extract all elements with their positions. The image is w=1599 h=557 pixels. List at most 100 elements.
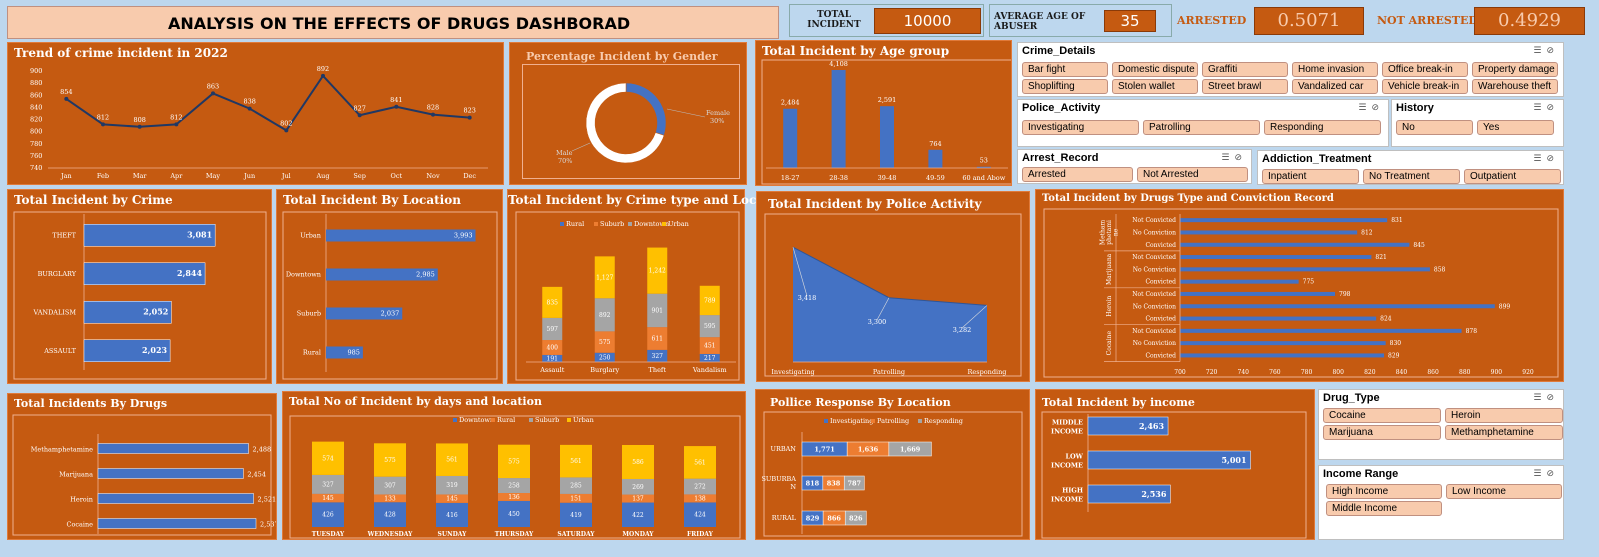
- slicer-item-domestic-dispute[interactable]: Domestic dispute: [1112, 62, 1198, 77]
- age-bar: [928, 149, 943, 168]
- slicer-item-yes[interactable]: Yes: [1477, 120, 1554, 135]
- slicer-arrest-record-icons[interactable]: ☰⊘: [1221, 153, 1247, 163]
- conviction-bar: [1180, 291, 1336, 296]
- conviction-row-label: No Conviction: [1133, 340, 1176, 347]
- slicer-item-graffiti[interactable]: Graffiti: [1202, 62, 1288, 77]
- trend-point: [394, 104, 399, 109]
- slicer-item-marijuana[interactable]: Marijuana: [1323, 425, 1441, 440]
- slicer-item-responding[interactable]: Responding: [1264, 120, 1381, 135]
- legend-label: Downtown: [459, 416, 494, 424]
- legend-swatch: [871, 419, 875, 423]
- conviction-row-label: No Conviction: [1133, 229, 1176, 236]
- slicer-item-heroin[interactable]: Heroin: [1445, 408, 1563, 423]
- drugs-bar: [97, 468, 244, 479]
- legend-label: Female: [706, 109, 730, 117]
- legend-label: Male: [556, 149, 573, 157]
- legend-label: Rural: [566, 220, 584, 228]
- x-tick-label: Dec: [463, 172, 476, 180]
- kpi-total-incident-label: TOTAL INCIDENT: [807, 10, 861, 30]
- segment-data-label: 595: [704, 323, 716, 330]
- slicer-item-middle-income[interactable]: Middle Income: [1326, 501, 1442, 516]
- trend-point: [467, 115, 472, 120]
- slicer-item-outpatient[interactable]: Outpatient: [1464, 169, 1561, 184]
- x-tick-label: Oct: [391, 172, 403, 180]
- slicer-item-property-damage[interactable]: Property damage: [1472, 62, 1558, 77]
- legend-swatch: [918, 419, 922, 423]
- slicer-item-high-income[interactable]: High Income: [1326, 484, 1442, 499]
- slicer-item-no[interactable]: No: [1396, 120, 1473, 135]
- slicer-item-no-treatment[interactable]: No Treatment: [1363, 169, 1460, 184]
- slicer-item-investigating[interactable]: Investigating: [1022, 120, 1139, 135]
- y-tick-label: 840: [30, 103, 42, 111]
- segment-data-label: 424: [694, 512, 706, 519]
- slicer-item-methamphetamine[interactable]: Methamphetamine: [1445, 425, 1563, 440]
- slicer-police-activity-icons[interactable]: ☰⊘: [1358, 103, 1384, 113]
- trend-point: [431, 112, 435, 117]
- response-category-label: RURAL: [772, 514, 797, 522]
- x-tick-label: MONDAY: [622, 531, 654, 538]
- slicer-item-not-arrested[interactable]: Not Arrested: [1137, 167, 1248, 182]
- drugs-data-label: 2,488: [253, 446, 272, 454]
- x-tick-label: Feb: [97, 172, 109, 180]
- slicer-item-vandalized-car[interactable]: Vandalized car: [1292, 79, 1378, 94]
- income-category-label: INCOME: [1051, 462, 1083, 470]
- x-tick-label: Theft: [649, 366, 667, 374]
- legend-swatch: [453, 418, 457, 422]
- income-data-label: 2,463: [1139, 421, 1164, 431]
- segment-data-label: 191: [547, 355, 558, 362]
- data-label: 30%: [710, 117, 724, 125]
- segment-data-label: 1,771: [814, 446, 834, 454]
- slicer-item-low-income[interactable]: Low Income: [1446, 484, 1562, 499]
- slicer-crime-details-icons[interactable]: ☰⊘: [1533, 46, 1559, 56]
- x-tick-label: 780: [1301, 369, 1313, 376]
- slicer-history-title: History: [1396, 102, 1434, 114]
- slicer-item-stolen-wallet[interactable]: Stolen wallet: [1112, 79, 1198, 94]
- x-tick-label: Assault: [539, 366, 565, 374]
- panel-crime-location: Total Incident by Crime type and Locatio…: [507, 189, 791, 384]
- y-tick-label: 900: [30, 67, 42, 75]
- drugs-category-label: Methamphetamine: [31, 446, 93, 454]
- slicer-income-range-icons[interactable]: ☰⊘: [1533, 469, 1559, 479]
- income-chart: 2,463MIDDLEINCOME5,001LOWINCOME2,536HIGH…: [1041, 411, 1307, 539]
- slicer-item-cocaine[interactable]: Cocaine: [1323, 408, 1441, 423]
- legend-label: Responding: [924, 417, 963, 425]
- crime-category-label: THEFT: [52, 231, 76, 239]
- slicer-item-warehouse-theft[interactable]: Warehouse theft: [1472, 79, 1558, 94]
- age-bar: [880, 106, 894, 168]
- segment-data-label: 789: [704, 297, 716, 304]
- location-category-label: Downtown: [286, 271, 321, 279]
- slicer-item-inpatient[interactable]: Inpatient: [1262, 169, 1359, 184]
- trend-line: [65, 74, 470, 132]
- conviction-group-label: Cocaine: [1106, 330, 1113, 355]
- segment-data-label: 575: [508, 458, 520, 465]
- slicer-history-icons[interactable]: ☰⊘: [1533, 103, 1559, 113]
- slicer-item-street-brawl[interactable]: Street brawl: [1202, 79, 1288, 94]
- slicer-drug-type-icons[interactable]: ☰⊘: [1533, 393, 1559, 403]
- age-data-label: 2,591: [878, 96, 897, 104]
- trend-chart: 740 760 780 800 820 840 860 880 900 854 Jan 812 Feb 8…: [30, 65, 488, 180]
- segment-data-label: 1,127: [596, 274, 613, 281]
- x-tick-label: 720: [1206, 369, 1218, 376]
- x-tick-label: FRIDAY: [687, 531, 714, 538]
- slicer-item-vehicle-break-in[interactable]: Vehicle break-in: [1382, 79, 1468, 94]
- slicer-item-office-break-in[interactable]: Office break-in: [1382, 62, 1468, 77]
- drugs-bar: [97, 443, 249, 454]
- trend-point: [64, 96, 69, 101]
- slicer-item-home-invasion[interactable]: Home invasion: [1292, 62, 1378, 77]
- data-label: 70%: [558, 157, 572, 165]
- conviction-data-label: 845: [1413, 242, 1425, 249]
- conviction-row-label: Convicted: [1145, 242, 1176, 249]
- crime-location-title: Total Incident by Crime type and Locatio…: [508, 193, 791, 207]
- x-tick-label: Jan: [60, 172, 72, 180]
- slicer-history: History ☰⊘ No Yes: [1391, 99, 1564, 147]
- x-tick-label: TUESDAY: [312, 531, 345, 538]
- conviction-bar: [1180, 218, 1388, 223]
- slicer-item-patrolling[interactable]: Patrolling: [1143, 120, 1260, 135]
- location-data-label: 985: [347, 349, 359, 357]
- slicer-item-arrested[interactable]: Arrested: [1022, 167, 1133, 182]
- slicer-item-bar-fight[interactable]: Bar fight: [1022, 62, 1108, 77]
- response-category-label: N: [790, 483, 796, 491]
- slicer-addiction-treatment-icons[interactable]: ☰⊘: [1533, 154, 1559, 164]
- trend-point: [321, 73, 325, 78]
- slicer-item-shoplifting[interactable]: Shoplifting: [1022, 79, 1108, 94]
